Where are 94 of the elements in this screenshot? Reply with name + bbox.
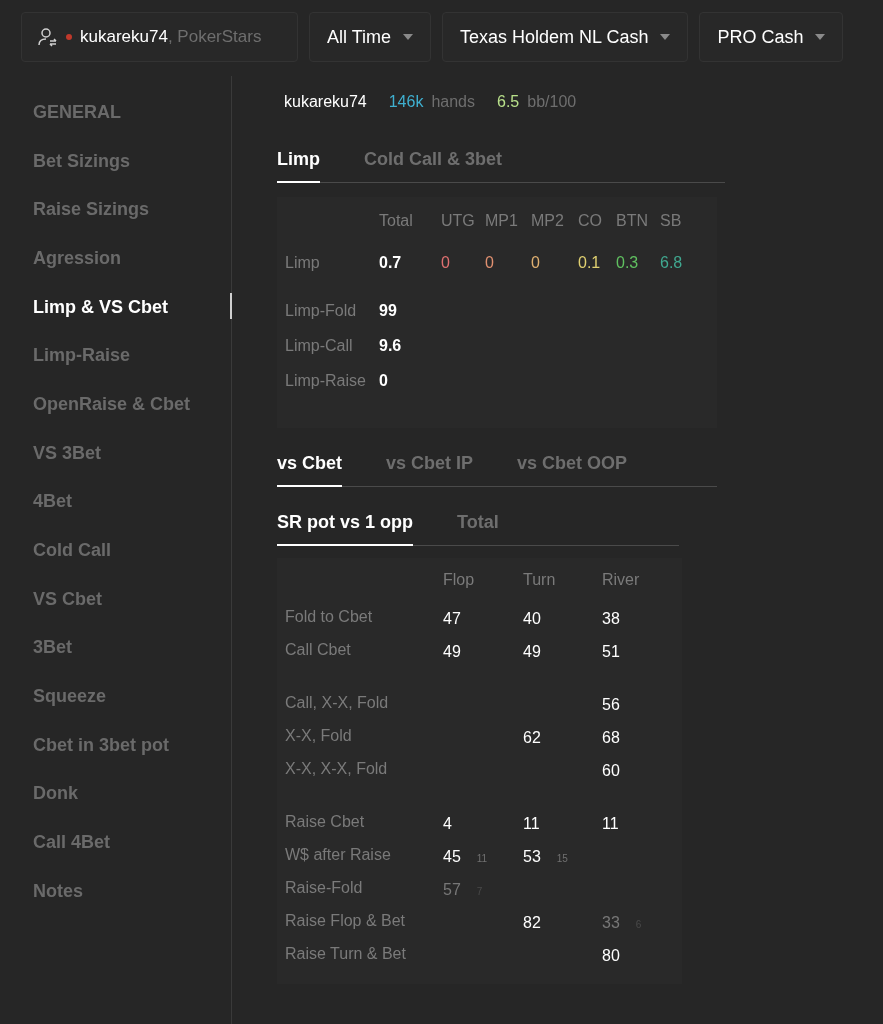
row-label: Fold to Cbet: [285, 606, 374, 627]
sidebar-item[interactable]: Limp-Raise: [33, 342, 131, 370]
row-label: X-X, X-X, Fold: [285, 758, 389, 779]
table-cell-text: 51: [602, 641, 620, 662]
row-label: Raise Turn & Bet: [285, 943, 407, 964]
table-cell-text: 82: [523, 912, 541, 933]
winrate-label: bb/100: [527, 92, 577, 112]
sidebar-item[interactable]: Squeeze: [33, 683, 107, 711]
sidebar-item[interactable]: Bet Sizings: [33, 147, 130, 175]
table-cell-text: 0: [485, 253, 495, 273]
table-cell-text: 68: [602, 727, 620, 748]
sample-size: 11: [476, 851, 488, 866]
sidebar-item[interactable]: Agression: [33, 244, 122, 272]
table-cell-text: 33: [602, 912, 620, 933]
table-cell-text: 38: [602, 608, 620, 629]
table-cell-text: 0: [531, 253, 541, 273]
selection-indicator: [230, 292, 232, 319]
tab[interactable]: vs Cbet IP: [386, 450, 474, 487]
column-header: Total: [379, 211, 414, 231]
table-cell-text: 0.1: [578, 253, 602, 273]
player-selector[interactable]: kukareku74, PokerStars: [21, 12, 298, 62]
sidebar-item[interactable]: Raise Sizings: [33, 196, 150, 224]
caret-icon: [403, 34, 413, 40]
column-header: MP2: [531, 211, 565, 231]
column-header: Turn: [523, 570, 557, 590]
tab[interactable]: vs Cbet OOP: [517, 450, 628, 487]
user-switch-icon: [38, 27, 58, 47]
table-cell-text: 9.6: [379, 335, 403, 356]
sidebar-item[interactable]: 4Bet: [33, 488, 72, 516]
filter-dropdown[interactable]: Texas Holdem NL Cash: [442, 12, 689, 62]
sidebar-item[interactable]: VS 3Bet: [33, 439, 102, 467]
sidebar-item[interactable]: Limp & VS Cbet: [33, 293, 168, 321]
tab[interactable]: vs Cbet: [277, 450, 343, 487]
table-cell-text: 62: [523, 727, 541, 748]
sidebar-item[interactable]: GENERAL: [33, 98, 121, 126]
tab[interactable]: Limp: [277, 146, 320, 183]
winrate-value: 6.5: [497, 92, 520, 112]
row-label: Limp-Fold: [285, 300, 358, 321]
sidebar-item[interactable]: Cbet in 3bet pot: [33, 731, 169, 759]
row-label: Raise Flop & Bet: [285, 910, 407, 931]
column-header: River: [602, 570, 641, 590]
table-cell-text: 47: [443, 608, 461, 629]
row-label: Limp: [285, 253, 321, 273]
row-label: Raise Cbet: [285, 811, 366, 832]
filter-dropdown[interactable]: PRO Cash: [699, 12, 844, 62]
table-cell-text: 0.3: [616, 253, 640, 273]
table-cell-text: 11: [523, 813, 540, 834]
table-cell-text: 40: [523, 608, 541, 629]
row-label: W$ after Raise: [285, 844, 392, 865]
column-header: CO: [578, 211, 603, 231]
table-cell-text: 57: [443, 879, 461, 900]
filter-dropdown[interactable]: All Time: [309, 12, 431, 62]
column-header: BTN: [616, 211, 649, 231]
table-cell-text: 60: [602, 760, 620, 781]
sidebar-item[interactable]: Donk: [33, 780, 78, 808]
sidebar-item[interactable]: OpenRaise & Cbet: [33, 390, 191, 418]
row-label: Call, X-X, Fold: [285, 692, 390, 713]
column-header: MP1: [485, 211, 519, 231]
row-label: Call Cbet: [285, 639, 352, 660]
table-cell-text: 4: [443, 813, 452, 834]
table-cell-text: 6.8: [660, 253, 684, 273]
tab[interactable]: Total: [457, 509, 499, 546]
table-cell-text: 53: [523, 846, 541, 867]
table-cell-text: 56: [602, 694, 620, 715]
sample-size: 15: [556, 851, 568, 866]
table-cell-text: 0.7: [379, 253, 403, 273]
table-cell-text: 0: [441, 253, 451, 273]
table-cell-text: 11: [602, 813, 619, 834]
tab[interactable]: Cold Call & 3bet: [364, 146, 502, 183]
table-cell-text: 0: [379, 370, 389, 391]
sidebar-item[interactable]: Notes: [33, 877, 83, 905]
column-header: SB: [660, 211, 683, 231]
caret-icon: [815, 34, 826, 40]
sidebar-item[interactable]: 3Bet: [33, 634, 72, 662]
sidebar-item[interactable]: VS Cbet: [33, 585, 102, 613]
hands-count: 146k: [388, 92, 424, 112]
tab[interactable]: SR pot vs 1 opp: [277, 509, 413, 546]
row-label: Raise-Fold: [285, 877, 364, 898]
table-cell-text: 99: [379, 300, 398, 321]
row-label: Limp-Call: [285, 335, 354, 356]
column-header: UTG: [441, 211, 476, 231]
status-dot-icon: [66, 34, 72, 40]
table-cell-text: 49: [523, 641, 541, 662]
hands-label: hands: [431, 92, 475, 112]
column-header: Flop: [443, 570, 476, 590]
row-label: X-X, Fold: [285, 725, 353, 746]
player-name: kukareku74: [284, 92, 367, 112]
row-label: Limp-Raise: [285, 370, 367, 391]
table-cell-text: 49: [443, 641, 461, 662]
caret-icon: [660, 34, 671, 40]
sidebar-item[interactable]: Call 4Bet: [33, 829, 111, 857]
sidebar-item[interactable]: Cold Call: [33, 537, 111, 565]
table-cell-text: 80: [602, 945, 620, 966]
table-cell-text: 45: [443, 846, 461, 867]
